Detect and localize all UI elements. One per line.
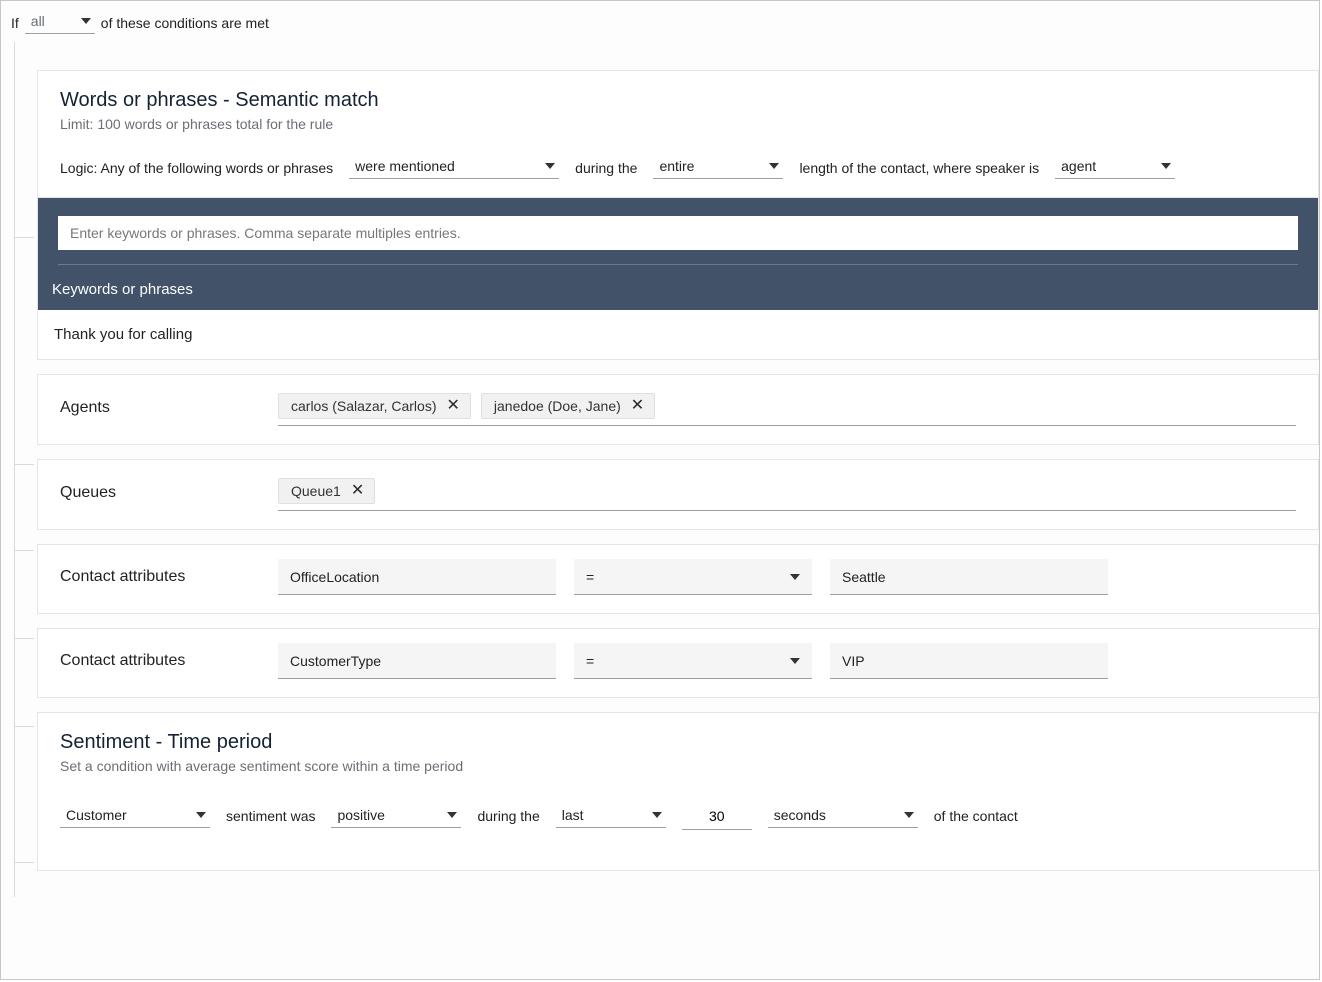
queues-card: Queues Queue1 ✕ [37, 459, 1319, 530]
unit-value: seconds [774, 807, 826, 823]
close-icon[interactable]: ✕ [349, 483, 366, 499]
chevron-down-icon [545, 163, 555, 169]
attr-key-input[interactable] [278, 643, 556, 679]
chip-text: carlos (Salazar, Carlos) [291, 398, 437, 414]
contact-attr-card: Contact attributes = [37, 628, 1319, 698]
rule-builder-frame: If all of these conditions are met Words… [0, 0, 1320, 980]
condition-header: If all of these conditions are met [1, 1, 1319, 42]
mentioned-select[interactable]: were mentioned [349, 156, 559, 179]
sentiment-was-label: sentiment was [226, 808, 315, 824]
attr-operator-value: = [586, 569, 594, 585]
queues-label: Queues [60, 484, 260, 502]
attr-value-input[interactable] [830, 643, 1108, 679]
chevron-down-icon [790, 574, 800, 580]
polarity-value: positive [337, 807, 384, 823]
sentiment-during-label: during the [477, 808, 539, 824]
when-select[interactable]: last [556, 805, 666, 828]
when-value: last [562, 807, 584, 823]
logic-prefix: Logic: Any of the following words or phr… [60, 160, 333, 176]
agents-label: Agents [60, 399, 260, 417]
attr-operator-select[interactable]: = [574, 643, 812, 679]
duration-input[interactable] [682, 802, 752, 830]
semantic-logic-row: Logic: Any of the following words or phr… [60, 156, 1296, 179]
attr-label: Contact attributes [60, 568, 260, 586]
attr-value-input[interactable] [830, 559, 1108, 595]
keyword-row[interactable]: Thank you for calling [38, 310, 1318, 359]
connector-rail [1, 42, 37, 897]
sentiment-title: Sentiment - Time period [60, 731, 1296, 754]
cards-column: Words or phrases - Semantic match Limit:… [37, 42, 1319, 897]
chevron-down-icon [81, 18, 91, 24]
if-label: If [11, 15, 19, 31]
attr-operator-value: = [586, 653, 594, 669]
during-label: during the [575, 160, 637, 176]
keywords-table-header: Keywords or phrases [38, 269, 1318, 310]
chip-text: janedoe (Doe, Jane) [494, 398, 621, 414]
condition-suffix: of these conditions are met [101, 15, 269, 31]
queues-chip-input[interactable]: Queue1 ✕ [278, 474, 1296, 511]
scope-select[interactable]: entire [653, 156, 783, 179]
mentioned-value: were mentioned [355, 158, 455, 174]
contact-attr-card: Contact attributes = [37, 544, 1319, 614]
keywords-block: Keywords or phrases Thank you for callin… [38, 197, 1318, 359]
chevron-down-icon [904, 812, 914, 818]
chevron-down-icon [652, 812, 662, 818]
chip-text: Queue1 [291, 483, 341, 499]
semantic-title: Words or phrases - Semantic match [60, 89, 1296, 112]
attr-label: Contact attributes [60, 652, 260, 670]
semantic-match-card: Words or phrases - Semantic match Limit:… [37, 70, 1319, 360]
chevron-down-icon [447, 812, 457, 818]
keywords-input-area [38, 198, 1318, 269]
sentiment-card: Sentiment - Time period Set a condition … [37, 712, 1319, 871]
party-value: Customer [66, 807, 127, 823]
keywords-input[interactable] [58, 216, 1298, 250]
sentiment-logic-row: Customer sentiment was positive during t… [60, 802, 1296, 830]
polarity-select[interactable]: positive [331, 805, 461, 828]
speaker-select[interactable]: agent [1055, 156, 1175, 179]
unit-select[interactable]: seconds [768, 805, 918, 828]
attr-key-input[interactable] [278, 559, 556, 595]
close-icon[interactable]: ✕ [445, 398, 462, 414]
condition-mode-select[interactable]: all [25, 11, 95, 34]
semantic-subtitle: Limit: 100 words or phrases total for th… [60, 116, 1296, 132]
chevron-down-icon [790, 658, 800, 664]
attr-operator-select[interactable]: = [574, 559, 812, 595]
rule-body: Words or phrases - Semantic match Limit:… [1, 42, 1319, 897]
sentiment-subtitle: Set a condition with average sentiment s… [60, 758, 1296, 774]
length-label: length of the contact, where speaker is [799, 160, 1039, 176]
chevron-down-icon [1161, 163, 1171, 169]
agents-card: Agents carlos (Salazar, Carlos) ✕ janedo… [37, 374, 1319, 445]
agent-chip: carlos (Salazar, Carlos) ✕ [278, 393, 471, 419]
chevron-down-icon [196, 812, 206, 818]
sentiment-suffix: of the contact [934, 808, 1018, 824]
speaker-value: agent [1061, 158, 1096, 174]
party-select[interactable]: Customer [60, 805, 210, 828]
queue-chip: Queue1 ✕ [278, 478, 375, 504]
scope-value: entire [659, 158, 694, 174]
close-icon[interactable]: ✕ [629, 398, 646, 414]
chevron-down-icon [769, 163, 779, 169]
agent-chip: janedoe (Doe, Jane) ✕ [481, 393, 655, 419]
agents-chip-input[interactable]: carlos (Salazar, Carlos) ✕ janedoe (Doe,… [278, 389, 1296, 426]
condition-mode-value: all [31, 13, 45, 29]
